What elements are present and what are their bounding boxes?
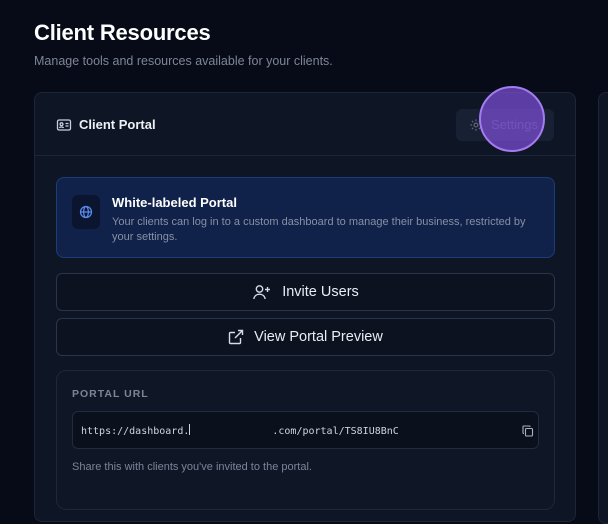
card-header: Client Portal Settings <box>35 93 575 156</box>
banner-icon-box <box>72 195 100 229</box>
white-label-banner: White-labeled Portal Your clients can lo… <box>56 177 555 258</box>
external-link-icon <box>228 329 244 345</box>
page-title: Client Resources <box>34 20 211 45</box>
view-portal-preview-label: View Portal Preview <box>254 329 383 345</box>
url-prefix: https://dashboard. <box>81 426 190 437</box>
id-card-icon <box>56 119 72 131</box>
copy-icon[interactable] <box>522 425 534 437</box>
settings-button[interactable]: Settings <box>456 109 554 141</box>
view-portal-preview-button[interactable]: View Portal Preview <box>56 318 555 356</box>
invite-users-label: Invite Users <box>282 284 359 300</box>
next-card-edge <box>598 92 608 524</box>
portal-url-panel: PORTAL URL https://dashboard. .com/portal… <box>56 370 555 510</box>
portal-url-value[interactable]: https://dashboard. .com/portal/TS8IU8BnC <box>81 424 399 437</box>
page-subtitle: Manage tools and resources available for… <box>34 54 333 68</box>
portal-url-hint: Share this with clients you've invited t… <box>72 461 312 473</box>
card-title: Client Portal <box>79 117 156 132</box>
invite-users-button[interactable]: Invite Users <box>56 273 555 311</box>
portal-url-field[interactable]: https://dashboard. .com/portal/TS8IU8BnC <box>72 411 539 449</box>
settings-button-label: Settings <box>491 117 538 132</box>
redacted-domain <box>190 424 273 436</box>
banner-title: White-labeled Portal <box>112 195 237 210</box>
url-suffix: .com/portal/TS8IU8BnC <box>272 426 399 437</box>
portal-url-label: PORTAL URL <box>72 388 149 400</box>
gear-icon <box>470 119 482 131</box>
user-plus-icon <box>253 285 271 300</box>
banner-description: Your clients can log in to a custom dash… <box>112 216 526 243</box>
globe-icon <box>79 205 93 219</box>
